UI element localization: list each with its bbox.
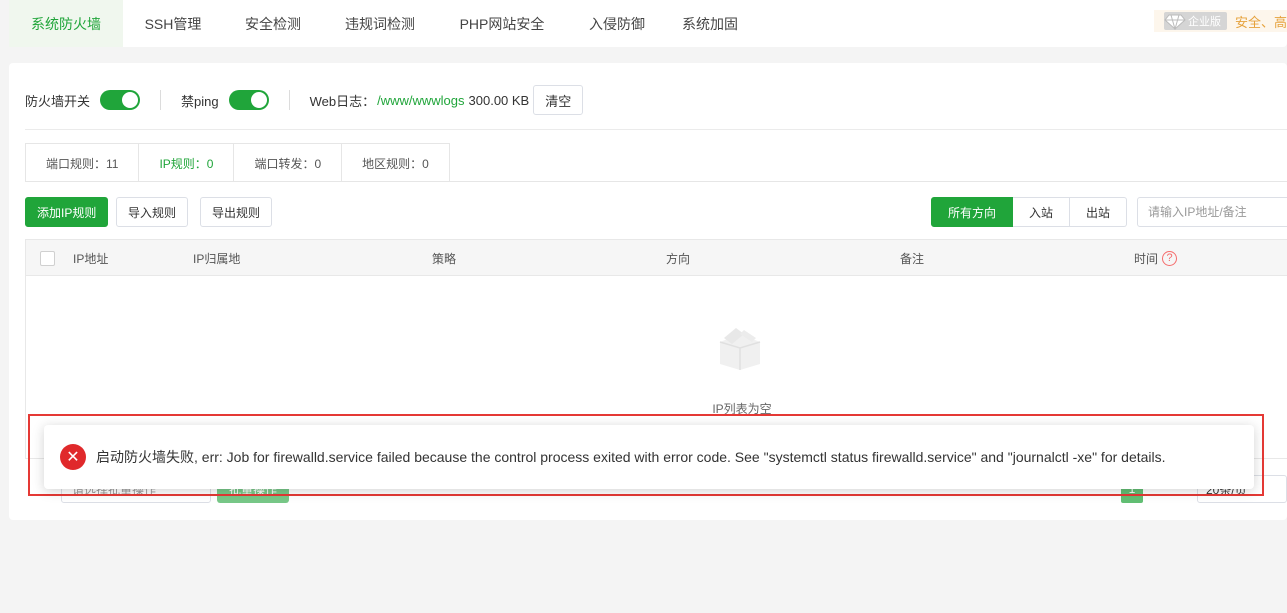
clear-log-button[interactable]: 清空 [533, 85, 584, 115]
divider [25, 181, 1287, 182]
tab-system-hardening[interactable]: 系统加固 [667, 0, 753, 47]
direction-outbound-button[interactable]: 出站 [1070, 197, 1128, 227]
column-ip-location[interactable]: IP归属地 [193, 240, 240, 276]
ping-toggle[interactable] [228, 90, 269, 110]
error-icon: ✕ [60, 444, 86, 470]
error-toast: ✕ 启动防火墙失败, err: Job for firewalld.servic… [44, 425, 1254, 489]
tab-port-forwarding[interactable]: 端口转发：0 [234, 144, 343, 182]
tab-php-site-security[interactable]: PHP网站安全 [437, 0, 567, 47]
rule-tabs: 端口规则：11 IP规则：0 端口转发：0 地区规则：0 [25, 143, 450, 182]
web-log-label: Web日志： [309, 93, 376, 109]
ping-switch-label: 禁ping [181, 93, 219, 109]
select-all-cell [40, 240, 55, 276]
direction-filter: 所有方向 入站 出站 [931, 197, 1128, 227]
import-rules-button[interactable]: 导入规则 [116, 197, 189, 227]
column-direction[interactable]: 方向 [666, 240, 690, 276]
tab-region-rules[interactable]: 地区规则：0 [342, 144, 449, 182]
add-ip-rule-button[interactable]: 添加IP规则 [25, 197, 109, 227]
diamond-icon [1164, 14, 1186, 30]
column-remark[interactable]: 备注 [900, 240, 924, 276]
column-ip-address[interactable]: IP地址 [73, 240, 108, 276]
help-icon[interactable]: ? [1162, 250, 1178, 266]
error-message: 启动防火墙失败, err: Job for firewalld.service … [96, 449, 1166, 465]
table-header: IP地址 IP归属地 策略 方向 备注 时间 ? [26, 240, 1287, 276]
search-input[interactable] [1137, 197, 1287, 227]
enterprise-badge-label: 企业版 [1187, 16, 1221, 28]
enterprise-badge: 企业版 [1163, 12, 1227, 30]
rule-actions: 添加IP规则 导入规则 导出规则 所有方向 入站 出站 [25, 197, 1287, 227]
export-rules-button[interactable]: 导出规则 [200, 197, 273, 227]
web-log-path-link[interactable]: /www/wwwlogs [377, 93, 464, 108]
web-log-size: 300.00 KB [468, 92, 530, 108]
tab-ssh-management[interactable]: SSH管理 [123, 0, 223, 47]
column-time-label[interactable]: 时间 [1134, 250, 1158, 267]
divider [25, 129, 1287, 130]
tab-ip-rules[interactable]: IP规则：0 [139, 144, 235, 182]
tab-violation-word-check[interactable]: 违规词检测 [323, 0, 437, 47]
direction-inbound-button[interactable]: 入站 [1013, 197, 1071, 227]
firewall-toggle[interactable] [100, 90, 141, 110]
direction-all-button[interactable]: 所有方向 [931, 197, 1014, 227]
empty-box-icon [719, 328, 761, 370]
column-time: 时间 ? [1134, 240, 1178, 276]
tab-security-check[interactable]: 安全检测 [223, 0, 323, 47]
divider [288, 90, 290, 110]
column-policy[interactable]: 策略 [432, 240, 456, 276]
select-all-checkbox[interactable] [40, 250, 55, 266]
tab-system-firewall[interactable]: 系统防火墙 [9, 0, 123, 47]
top-navigation: 系统防火墙 SSH管理 安全检测 违规词检测 PHP网站安全 入侵防御 系统加固… [9, 0, 1287, 47]
tab-port-rules[interactable]: 端口规则：11 [26, 144, 140, 182]
tab-intrusion-prevention[interactable]: 入侵防御 [567, 0, 667, 47]
firewall-switch-label: 防火墙开关 [25, 93, 91, 109]
enterprise-promo[interactable]: 企业版 安全、高 [1153, 10, 1287, 32]
divider [160, 90, 162, 110]
enterprise-promo-text: 安全、高 [1234, 14, 1287, 30]
firewall-toolbar: 防火墙开关 禁ping Web日志： /www/wwwlogs 300.00 K… [25, 85, 1275, 115]
